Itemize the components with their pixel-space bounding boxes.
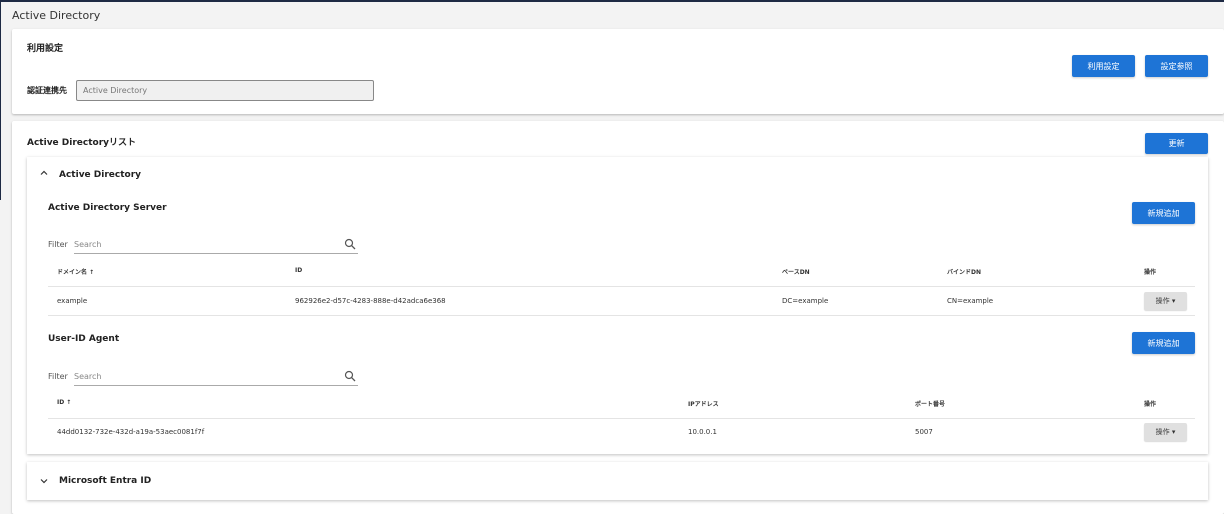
add-agent-button[interactable]: 新規追加 [1132, 332, 1195, 354]
update-button[interactable]: 更新 [1145, 133, 1208, 154]
cell-agent-id: 44dd0132-732e-432d-a19a-53aec0081f7f [57, 428, 205, 436]
cell-bind-dn: CN=example [947, 297, 994, 305]
user-id-agent-title: User-ID Agent [48, 334, 120, 344]
ad-panel-header[interactable]: Active Directory [59, 170, 141, 180]
column-port[interactable]: ポート番号 [915, 399, 945, 408]
row-divider [48, 418, 1195, 419]
server-filter-label: Filter [48, 240, 68, 249]
cell-domain: example [57, 297, 88, 305]
ad-list-card: Active Directoryリスト 更新 Active Directory … [12, 121, 1224, 514]
column-operation: 操作 [1144, 269, 1157, 276]
search-icon[interactable] [344, 238, 356, 250]
column-domain[interactable]: ドメイン名 ↑ [57, 267, 94, 276]
page-title: Active Directory [12, 9, 101, 22]
search-icon[interactable] [344, 370, 356, 382]
agent-search-underline [74, 385, 358, 386]
column-base-dn[interactable]: ベースDN [782, 267, 810, 276]
row-operation-dropdown[interactable]: 操作 ▾ [1144, 423, 1187, 441]
usage-settings-card: 利用設定 利用設定 設定参照 認証連携先 Active Directory [12, 29, 1224, 114]
row-divider [48, 286, 1195, 287]
column-agent-id[interactable]: ID ↑ [57, 399, 71, 406]
cell-port: 5007 [915, 428, 933, 436]
left-border [0, 0, 1, 200]
column-ip-address[interactable]: IPアドレス [688, 399, 719, 408]
row-operation-dropdown[interactable]: 操作 ▾ [1144, 292, 1187, 310]
usage-settings-title: 利用設定 [27, 44, 64, 54]
ad-server-title: Active Directory Server [48, 203, 167, 213]
entra-panel: Microsoft Entra ID [27, 462, 1208, 500]
cell-id: 962926e2-d57c-4283-888e-d42adca6e368 [295, 297, 446, 305]
column-agent-operation: 操作 [1144, 401, 1157, 408]
entra-panel-header[interactable]: Microsoft Entra ID [59, 476, 151, 486]
column-id[interactable]: ID [295, 267, 302, 274]
top-border [0, 0, 1224, 2]
ad-list-title: Active Directoryリスト [27, 138, 137, 148]
row-divider [48, 315, 1195, 316]
server-search-input[interactable]: Search [74, 240, 101, 249]
add-server-button[interactable]: 新規追加 [1132, 202, 1195, 224]
usage-settings-button[interactable]: 利用設定 [1072, 55, 1135, 77]
cell-base-dn: DC=example [782, 297, 829, 305]
agent-filter-label: Filter [48, 372, 68, 381]
server-search-underline [74, 253, 358, 254]
column-bind-dn[interactable]: バインドDN [947, 267, 981, 276]
chevron-up-icon[interactable] [40, 169, 48, 180]
agent-search-input[interactable]: Search [74, 372, 101, 381]
cell-ip: 10.0.0.1 [688, 428, 717, 436]
auth-provider-label: 認証連携先 [27, 86, 67, 95]
chevron-down-icon[interactable] [40, 477, 48, 488]
settings-reference-button[interactable]: 設定参照 [1145, 55, 1208, 77]
ad-panel: Active Directory Active Directory Server… [27, 157, 1208, 454]
auth-provider-field[interactable]: Active Directory [76, 80, 374, 101]
